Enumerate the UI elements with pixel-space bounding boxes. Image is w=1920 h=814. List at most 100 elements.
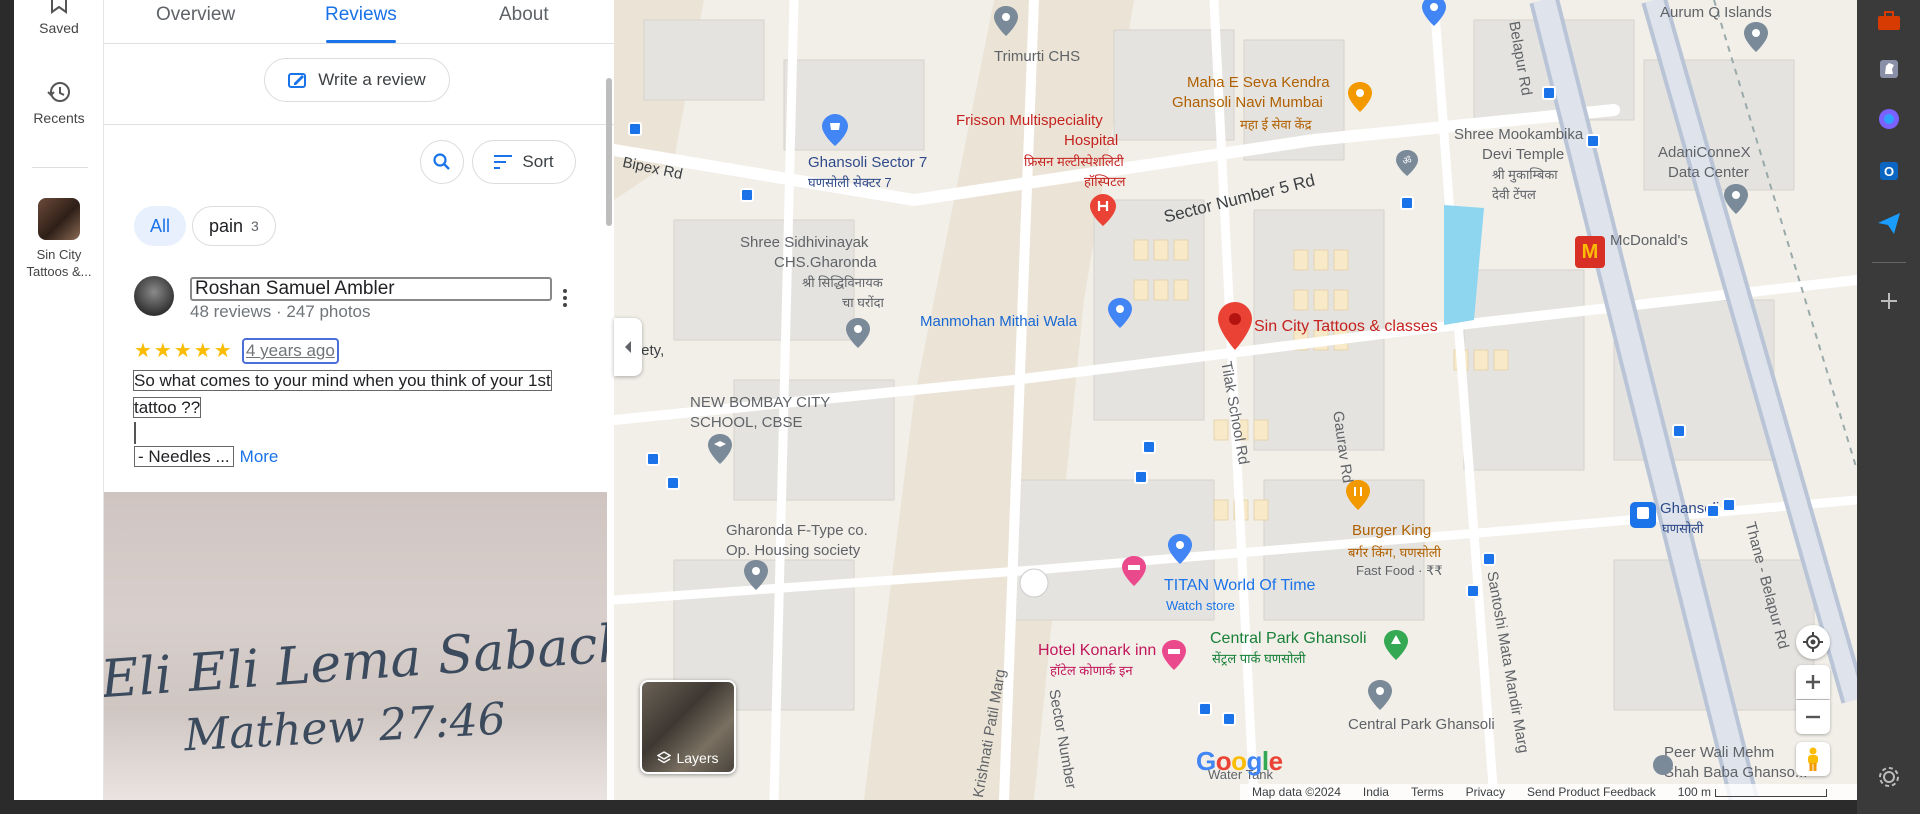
bus-stop-icon[interactable] — [1482, 552, 1496, 566]
bus-stop-icon[interactable] — [628, 122, 642, 136]
map-label-sidhivinayak-2[interactable]: CHS.Gharonda — [774, 254, 877, 272]
hotel-pin-icon[interactable] — [1122, 556, 1146, 586]
shopping-pin-icon[interactable] — [822, 114, 848, 146]
map-label-aurum[interactable]: Aurum Q Islands — [1660, 4, 1772, 22]
poi-pin-icon[interactable] — [744, 560, 768, 590]
zoom-in-button[interactable] — [1796, 665, 1830, 699]
search-reviews-button[interactable] — [420, 140, 464, 184]
poi-pin-icon[interactable] — [1724, 184, 1748, 214]
hotel-pin-icon[interactable] — [1162, 640, 1186, 670]
scale-indicator[interactable]: 100 m — [1678, 785, 1828, 799]
my-location-button[interactable] — [1796, 625, 1830, 659]
bus-stop-icon[interactable] — [666, 476, 680, 490]
poi-pin-icon[interactable] — [994, 6, 1018, 36]
collapse-panel-button[interactable] — [614, 318, 642, 376]
zoom-out-button[interactable] — [1796, 700, 1830, 734]
bus-stop-icon[interactable] — [1198, 702, 1212, 716]
review-photo[interactable]: Eli Eli Lema Sabachthani Mathew 27:46 — [104, 492, 607, 800]
map-label-maha-e-seva[interactable]: Maha E Seva Kendra — [1187, 74, 1330, 92]
terms-link[interactable]: Terms — [1411, 785, 1444, 799]
tab-about[interactable]: About — [499, 4, 549, 26]
country-link[interactable]: India — [1363, 785, 1389, 799]
bus-stop-icon[interactable] — [1466, 584, 1480, 598]
poi-pin-icon[interactable] — [846, 318, 870, 348]
map-label-sin-city[interactable]: Sin City Tattoos & classes — [1254, 318, 1438, 336]
bus-stop-icon[interactable] — [1400, 196, 1414, 210]
maha-seva-pin-icon[interactable] — [1348, 82, 1372, 112]
poi-blue-pin-icon[interactable] — [1422, 0, 1446, 26]
sort-button[interactable]: Sort — [472, 140, 576, 184]
add-icon[interactable] — [1876, 288, 1902, 314]
bus-stop-icon[interactable] — [740, 188, 754, 202]
school-pin-icon[interactable] — [708, 434, 732, 464]
bus-stop-icon[interactable] — [1542, 86, 1556, 100]
settings-gear-icon[interactable] — [1876, 764, 1902, 790]
feedback-link[interactable]: Send Product Feedback — [1527, 785, 1656, 799]
map-label-gharonda[interactable]: Gharonda F-Type co. — [726, 522, 868, 540]
selected-place-pin-icon[interactable] — [1218, 302, 1252, 350]
outlook-icon[interactable]: O — [1876, 158, 1902, 184]
street-view-button[interactable] — [1796, 742, 1830, 776]
map-canvas[interactable]: Trimurti CHS Maha E Seva Kendra Ghansoli… — [614, 0, 1857, 800]
panel-scrollbar[interactable] — [606, 78, 612, 226]
map-label-maha-e-seva-2[interactable]: Ghansoli Navi Mumbai — [1172, 94, 1323, 112]
map-label-mookambika-2[interactable]: Devi Temple — [1482, 146, 1564, 164]
bus-stop-icon[interactable] — [1672, 424, 1686, 438]
map-label-peer-wali-2[interactable]: Shah Baba Ghanso... — [1664, 764, 1807, 782]
copilot-icon[interactable] — [1876, 106, 1902, 132]
bus-stop-icon[interactable] — [1222, 712, 1236, 726]
tab-reviews[interactable]: Reviews — [325, 4, 397, 26]
bus-stop-icon[interactable] — [1722, 498, 1736, 512]
poi-pin-icon[interactable] — [1368, 680, 1392, 710]
map-label-central-park-2[interactable]: Central Park Ghansoli — [1348, 716, 1495, 734]
train-station-icon[interactable] — [1630, 502, 1656, 532]
bus-stop-icon[interactable] — [1134, 470, 1148, 484]
bus-stop-icon[interactable] — [1142, 440, 1156, 454]
map-label-frisson[interactable]: Frisson Multispeciality — [956, 112, 1103, 130]
hospital-pin-icon[interactable] — [1090, 194, 1116, 226]
map-label-gharonda-2[interactable]: Op. Housing society — [726, 542, 860, 560]
briefcase-icon[interactable] — [1876, 8, 1902, 34]
filter-chip-all[interactable]: All — [134, 206, 187, 246]
map-label-konark[interactable]: Hotel Konark inn — [1038, 642, 1156, 660]
map-label-trimurti[interactable]: Trimurti CHS — [994, 48, 1080, 66]
reviewer-name[interactable]: Roshan Samuel Ambler — [190, 277, 552, 301]
temple-pin-icon[interactable]: ॐ — [1396, 150, 1418, 176]
map-label-frisson-2[interactable]: Hospital — [1064, 132, 1118, 150]
bus-stop-icon[interactable] — [1586, 134, 1600, 148]
more-options-icon[interactable] — [562, 288, 568, 308]
burger-king-pin-icon[interactable] — [1346, 480, 1370, 510]
map-label-adani[interactable]: AdaniConneX — [1658, 144, 1751, 162]
more-link[interactable]: More — [240, 447, 279, 466]
poi-pin-icon[interactable] — [1744, 22, 1768, 52]
tab-overview[interactable]: Overview — [156, 4, 235, 26]
chess-icon[interactable] — [1876, 56, 1902, 82]
privacy-link[interactable]: Privacy — [1466, 785, 1505, 799]
review-age[interactable]: 4 years ago — [242, 338, 339, 364]
filter-chip-pain[interactable]: pain 3 — [192, 206, 276, 246]
recents-button[interactable]: Recents — [14, 80, 104, 126]
place-thumbnail[interactable] — [38, 198, 80, 240]
map-label-ghansoli-sector7[interactable]: Ghansoli Sector 7 — [808, 154, 927, 172]
mosque-pin-icon[interactable] — [1652, 754, 1674, 776]
send-icon[interactable] — [1876, 210, 1902, 236]
bus-stop-icon[interactable] — [1706, 504, 1720, 518]
map-label-peer-wali[interactable]: Peer Wali Mehm — [1664, 744, 1774, 762]
layers-button[interactable]: Layers — [640, 680, 736, 774]
map-label-burger-king[interactable]: Burger King — [1352, 522, 1431, 540]
mcdonalds-icon[interactable]: M — [1575, 236, 1605, 268]
map-label-titan[interactable]: TITAN World Of Time — [1164, 577, 1315, 595]
bus-stop-icon[interactable] — [646, 452, 660, 466]
park-pin-icon[interactable] — [1384, 630, 1408, 660]
map-label-central-park[interactable]: Central Park Ghansoli — [1210, 630, 1367, 648]
map-label-sidhivinayak[interactable]: Shree Sidhivinayak — [740, 234, 868, 252]
saved-button[interactable]: Saved — [14, 0, 104, 36]
reviewer-avatar[interactable] — [134, 276, 174, 316]
map-label-nbcs-2[interactable]: SCHOOL, CBSE — [690, 414, 803, 432]
map-label-nbcs[interactable]: NEW BOMBAY CITY — [690, 394, 830, 412]
shop-pin-icon[interactable] — [1168, 534, 1192, 564]
map-label-mcdonalds[interactable]: McDonald's — [1610, 232, 1688, 250]
map-label-adani-2[interactable]: Data Center — [1668, 164, 1749, 182]
map-label-mookambika[interactable]: Shree Mookambika — [1454, 126, 1583, 144]
write-review-button[interactable]: Write a review — [264, 58, 450, 102]
